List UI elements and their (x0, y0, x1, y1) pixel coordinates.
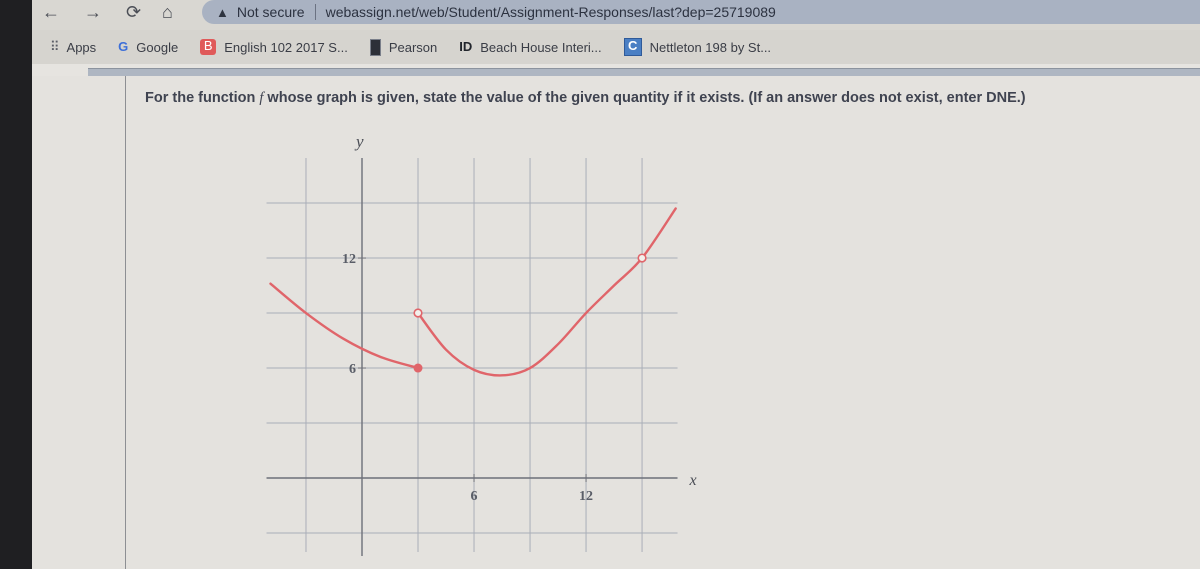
open-point-marker (413, 308, 423, 318)
screen: ← → ⟳ ⌂ ▲ Not secure webassign.net/web/S… (32, 0, 1200, 569)
closed-point-marker (413, 363, 423, 373)
x-tick-label: 6 (471, 489, 478, 504)
open-point-marker (637, 253, 647, 263)
function-graph: 6 12 6 12 x y (266, 132, 697, 556)
x-tick-label: 12 (579, 489, 593, 504)
x-axis-label: x (689, 472, 697, 489)
y-tick-label: 6 (349, 362, 356, 377)
y-tick-label: 12 (342, 252, 356, 267)
y-axis-label: y (354, 132, 364, 151)
tick-labels: 6 12 6 12 x y (342, 132, 697, 504)
curve-piece-1 (269, 282, 420, 370)
curve-piece-2 (416, 207, 677, 377)
curves (269, 207, 677, 377)
